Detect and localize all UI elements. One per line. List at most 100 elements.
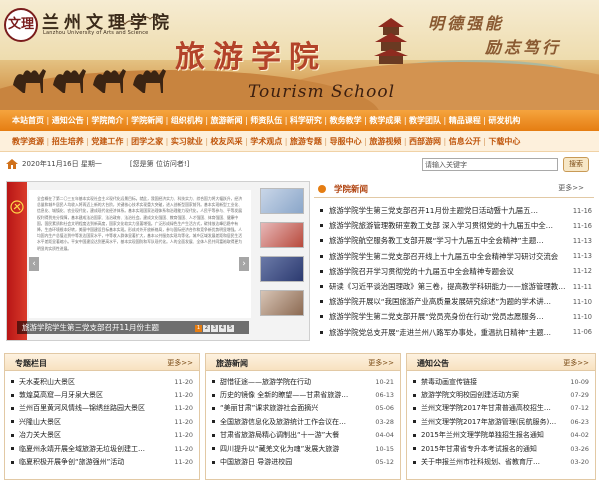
list-item-title[interactable]: “美丽甘肃”课求旅游社会面摘兴 — [220, 403, 372, 413]
list-item[interactable]: 旅游学院旅游管理教研室教工支部 深入学习贯彻党的十九届五中全… 11-16 — [320, 218, 592, 233]
slide-thumbnail[interactable] — [260, 222, 304, 248]
primary-nav-item[interactable]: 教务教学 — [330, 115, 362, 126]
secondary-nav-item[interactable]: 招生培养 — [52, 136, 84, 147]
list-item[interactable]: 禁毒动画宣传链接 10-09 — [413, 375, 589, 388]
slide-prev-arrow[interactable]: ‹ — [29, 257, 39, 271]
list-item[interactable]: 甘肃省旅游局精心调制出“十一游”大餐 04-04 — [212, 429, 394, 442]
secondary-nav-item[interactable]: 党建工作 — [91, 136, 123, 147]
secondary-nav-item[interactable]: 旅游专题 — [290, 136, 322, 147]
list-item-title[interactable]: 旅游学院学生第三党支部召开11月份主题党日活动暨十九届五… — [329, 205, 568, 216]
list-item-title[interactable]: 天水麦积山大景区 — [19, 377, 171, 387]
list-item-title[interactable]: 兰州百里黄河风情线—锦绣丝路园大景区 — [19, 403, 171, 413]
list-item[interactable]: 旅游学院航空服务教工支部开展“学习十九届五中全会精神”主题… 11-13 — [320, 233, 592, 248]
primary-nav-item[interactable]: 学院新闻 — [131, 115, 163, 126]
slide-thumbnail[interactable] — [260, 256, 304, 282]
list-item-title[interactable]: 临夏积极开展争创“旅游强州”活动 — [19, 457, 171, 467]
university-logo[interactable]: 文理 — [4, 8, 38, 42]
secondary-nav-item[interactable]: 导服中心 — [330, 136, 362, 147]
list-item-title[interactable]: 旅游学院召开学习贯彻党的十九届五中全会精神专题会议 — [329, 266, 568, 277]
primary-nav-item[interactable]: 研发机构 — [488, 115, 520, 126]
primary-nav-item[interactable]: 精品课程 — [449, 115, 481, 126]
slide-page-button[interactable]: 3 — [211, 325, 218, 332]
news-slideshow[interactable]: 全会概在了第二〇三五年基本实现社会主义现代化远景目标。就此，我国经济实力、科技实… — [6, 181, 310, 341]
secondary-nav-item[interactable]: 学术观点 — [250, 136, 282, 147]
list-item[interactable]: 临夏州永靖开展全域旅游无垃圾创建工… 11-20 — [11, 442, 193, 455]
slide-thumbnail[interactable] — [260, 290, 304, 316]
list-item[interactable]: 中国旅游日 导游进校园 05-12 — [212, 455, 394, 468]
list-item[interactable]: 旅游学院学生第二党支部召开线上十九届五中全会精神学习研讨交流会 11-13 — [320, 249, 592, 264]
list-item-title[interactable]: 四川提升以“藏羌文化为魂”发展大旅游 — [220, 444, 372, 454]
list-item-title[interactable]: 旅游学院开展以“我国旅游产业高质量发展研究综述”为题的学术讲… — [329, 296, 568, 307]
list-item-title[interactable]: 旅游学院学生第二党支部开展“党员亮身份在行动”党员志愿服务… — [329, 311, 568, 322]
list-item-title[interactable]: 冶力关大景区 — [19, 430, 171, 440]
list-item-title[interactable]: 2015年兰州文理学院单独招生报名通知 — [421, 430, 567, 440]
primary-nav-item[interactable]: 科学研究 — [290, 115, 322, 126]
primary-nav-item[interactable]: 本站首页 — [12, 115, 44, 126]
list-item-title[interactable]: 研读《习近平谈治国理政》第三卷，提高教学科研能力——旅游管理教… — [329, 281, 568, 292]
list-item[interactable]: 兰州百里黄河风情线—锦绣丝路园大景区 11-20 — [11, 402, 193, 415]
list-item[interactable]: 冶力关大景区 11-20 — [11, 429, 193, 442]
primary-nav-item[interactable]: 组织机构 — [171, 115, 203, 126]
list-item[interactable]: 甜惜征途——旅游学院在行动 10-21 — [212, 375, 394, 388]
slide-page-button[interactable]: 5 — [227, 325, 234, 332]
tourism-news-more-link[interactable]: 更多>> — [368, 358, 394, 368]
list-item-title[interactable]: 禁毒动画宣传链接 — [421, 377, 567, 387]
list-item[interactable]: 全国旅游信息化及旅游统计工作会议在… 03-28 — [212, 415, 394, 428]
secondary-nav-item[interactable]: 下载中心 — [488, 136, 520, 147]
list-item[interactable]: 兴隆山大景区 11-20 — [11, 415, 193, 428]
list-item-title[interactable]: 敦煌莫高窟—月牙泉大景区 — [19, 390, 171, 400]
list-item[interactable]: 旅游学院党总支开展“走进兰州八路军办事处，重温抗日精神”主题… 11-06 — [320, 325, 592, 340]
slide-page-button[interactable]: 2 — [203, 325, 210, 332]
primary-nav-item[interactable]: 学院简介 — [91, 115, 123, 126]
list-item-title[interactable]: 临夏州永靖开展全域旅游无垃圾创建工… — [19, 444, 171, 454]
notices-more-link[interactable]: 更多>> — [563, 358, 589, 368]
list-item[interactable]: 敦煌莫高窟—月牙泉大景区 11-20 — [11, 388, 193, 401]
list-item-title[interactable]: 全国旅游信息化及旅游统计工作会议在… — [220, 417, 372, 427]
list-item-title[interactable]: 旅游学院旅游管理教研室教工支部 深入学习贯彻党的十九届五中全… — [329, 220, 568, 231]
secondary-nav-item[interactable]: 团学之家 — [131, 136, 163, 147]
list-item-title[interactable]: 兰州文理学院2017年旅游管理(民航服务)… — [421, 417, 567, 427]
list-item[interactable]: 兰州文理学院2017年甘肃普通高校招生… 07-12 — [413, 402, 589, 415]
list-item[interactable]: 旅游学院学生第三党支部召开11月份主题党日活动暨十九届五… 11-16 — [320, 203, 592, 218]
slide-thumbnail[interactable] — [260, 188, 304, 214]
list-item-title[interactable]: 甜惜征途——旅游学院在行动 — [220, 377, 372, 387]
list-item[interactable]: 2015年甘肃省专升本考试报名的通知 03-26 — [413, 442, 589, 455]
primary-nav-item[interactable]: 通知公告 — [52, 115, 84, 126]
list-item-title[interactable]: 旅游学院党总支开展“走进兰州八路军办事处，重温抗日精神”主题… — [329, 327, 568, 338]
secondary-nav-item[interactable]: 旅游视频 — [369, 136, 401, 147]
search-button[interactable]: 搜索 — [563, 157, 589, 172]
secondary-nav-item[interactable]: 教学资源 — [12, 136, 44, 147]
list-item-title[interactable]: 兴隆山大景区 — [19, 417, 171, 427]
list-item[interactable]: 旅游学院文明校园创建活动方案 07-29 — [413, 388, 589, 401]
secondary-nav-item[interactable]: 实习就业 — [171, 136, 203, 147]
list-item-title[interactable]: 历史的镜像 全新的瞭望——甘肃省旅游… — [220, 390, 372, 400]
primary-nav-item[interactable]: 旅游新闻 — [211, 115, 243, 126]
primary-nav-item[interactable]: 教学成果 — [369, 115, 401, 126]
slide-next-arrow[interactable]: › — [239, 257, 249, 271]
list-item[interactable]: 四川提升以“藏羌文化为魂”发展大旅游 10-15 — [212, 442, 394, 455]
list-item-title[interactable]: 中国旅游日 导游进校园 — [220, 457, 372, 467]
slide-page-button[interactable]: 4 — [219, 325, 226, 332]
secondary-nav-item[interactable]: 校友风采 — [211, 136, 243, 147]
list-item[interactable]: 兰州文理学院2017年旅游管理(民航服务)… 06-23 — [413, 415, 589, 428]
list-item-title[interactable]: 关于申报兰州市社科规划、省教育厅… — [421, 457, 567, 467]
primary-nav-item[interactable]: 教学团队 — [409, 115, 441, 126]
slide-page-button[interactable]: 1 — [195, 325, 202, 332]
list-item[interactable]: 旅游学院学生第二党支部开展“党员亮身份在行动”党员志愿服务… 11-10 — [320, 309, 592, 324]
home-icon[interactable] — [6, 158, 18, 170]
list-item[interactable]: 天水麦积山大景区 11-20 — [11, 375, 193, 388]
list-item[interactable]: 2015年兰州文理学院单独招生报名通知 04-02 — [413, 429, 589, 442]
special-column-more-link[interactable]: 更多>> — [167, 358, 193, 368]
primary-nav-item[interactable]: 师资队伍 — [250, 115, 282, 126]
list-item-title[interactable]: 旅游学院学生第二党支部召开线上十九届五中全会精神学习研讨交流会 — [329, 251, 568, 262]
list-item[interactable]: 历史的镜像 全新的瞭望——甘肃省旅游… 06-13 — [212, 388, 394, 401]
secondary-nav-item[interactable]: 信息公开 — [449, 136, 481, 147]
list-item-title[interactable]: 兰州文理学院2017年甘肃普通高校招生… — [421, 403, 567, 413]
list-item-title[interactable]: 旅游学院航空服务教工支部开展“学习十九届五中全会精神”主题… — [329, 235, 568, 246]
list-item-title[interactable]: 2015年甘肃省专升本考试报名的通知 — [421, 444, 567, 454]
list-item-title[interactable]: 甘肃省旅游局精心调制出“十一游”大餐 — [220, 430, 372, 440]
college-news-more-link[interactable]: 更多>> — [558, 183, 584, 193]
list-item[interactable]: “美丽甘肃”课求旅游社会面摘兴 05-06 — [212, 402, 394, 415]
secondary-nav-item[interactable]: 西部游网 — [409, 136, 441, 147]
list-item[interactable]: 旅游学院召开学习贯彻党的十九届五中全会精神专题会议 11-12 — [320, 264, 592, 279]
